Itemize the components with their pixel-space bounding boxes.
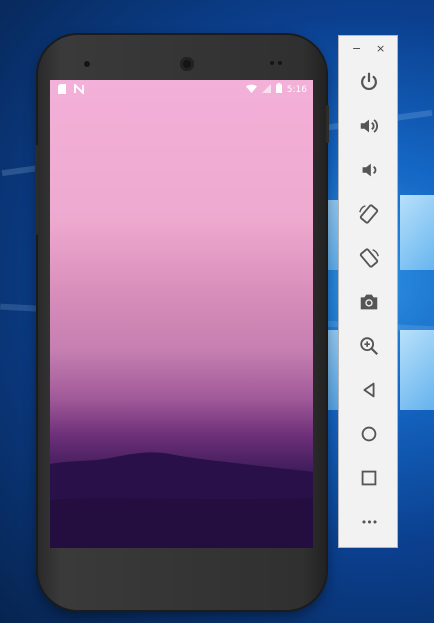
- camera-icon: [360, 294, 378, 310]
- power-side-button: [35, 145, 38, 235]
- more-button[interactable]: •••: [355, 508, 383, 536]
- home-icon: [361, 426, 377, 442]
- power-icon: [361, 72, 377, 91]
- screenshot-button[interactable]: [355, 288, 383, 316]
- wallpaper-mountains: [50, 452, 313, 548]
- volume-side-button: [326, 105, 329, 143]
- sd-card-icon: [58, 84, 66, 97]
- front-camera: [180, 57, 194, 71]
- emulator-toolbar: − × •••: [338, 35, 398, 548]
- battery-icon: [275, 83, 282, 96]
- volume-down-button[interactable]: [355, 156, 383, 184]
- more-icon: •••: [360, 515, 378, 529]
- overview-icon: [361, 470, 377, 486]
- rotate-left-button[interactable]: [355, 200, 383, 228]
- overview-button[interactable]: [355, 464, 383, 492]
- emulator-phone: 5:16: [35, 35, 329, 610]
- volume-up-button[interactable]: [355, 112, 383, 140]
- rotate-left-icon: [359, 204, 379, 224]
- minimize-button[interactable]: −: [352, 42, 361, 55]
- status-bar: 5:16: [50, 80, 313, 98]
- wallpaper-pane: [326, 200, 338, 270]
- sensor-dot: [84, 61, 90, 67]
- sensor-dot: [278, 61, 282, 65]
- wallpaper-pane: [326, 330, 338, 410]
- rotate-right-button[interactable]: [355, 244, 383, 272]
- n-notification-icon: [74, 82, 84, 97]
- wifi-icon: [245, 84, 257, 96]
- wallpaper-pane: [400, 195, 434, 270]
- wallpaper-pane: [400, 330, 434, 410]
- volume-down-icon: [362, 163, 377, 177]
- sensor-dot: [270, 61, 274, 65]
- phone-screen[interactable]: 5:16: [50, 80, 313, 548]
- back-icon: [363, 382, 375, 398]
- rotate-right-icon: [359, 248, 379, 268]
- zoom-button[interactable]: [355, 332, 383, 360]
- home-button[interactable]: [355, 420, 383, 448]
- back-button[interactable]: [355, 376, 383, 404]
- close-button[interactable]: ×: [376, 42, 385, 55]
- zoom-icon: [360, 337, 379, 356]
- volume-up-icon: [360, 119, 378, 133]
- clock: 5:16: [286, 84, 307, 95]
- signal-icon: [261, 83, 271, 96]
- power-button[interactable]: [355, 68, 383, 96]
